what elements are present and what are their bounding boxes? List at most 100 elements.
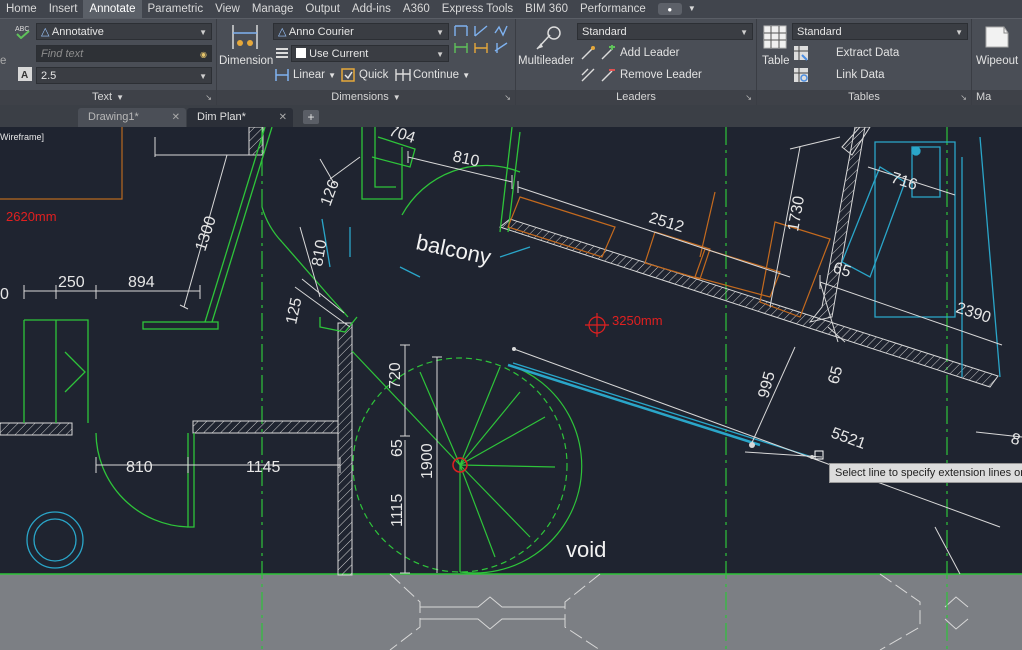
wipeout-icon[interactable] bbox=[984, 25, 1010, 49]
text-panel-label: Text bbox=[91, 91, 113, 103]
tab-annotate[interactable]: Annotate bbox=[83, 0, 142, 18]
dialog-launcher-icon[interactable]: ↘ bbox=[504, 90, 511, 105]
dim-text-65-mid: 65 bbox=[825, 364, 846, 386]
new-tab-button[interactable]: + bbox=[303, 110, 319, 124]
svg-text:A: A bbox=[21, 70, 28, 81]
markup-panel: Wipeout Ma bbox=[972, 19, 1022, 105]
tab-express-tools[interactable]: Express Tools bbox=[436, 0, 519, 18]
leaders-panel-title[interactable]: Leaders ↘ bbox=[516, 90, 756, 105]
tab-insert[interactable]: Insert bbox=[43, 0, 84, 18]
leaders-panel-label: Leaders bbox=[616, 91, 656, 103]
tab-performance[interactable]: Performance bbox=[574, 0, 652, 18]
add-leader-button[interactable]: Add Leader bbox=[620, 47, 679, 59]
chevron-down-icon: ▼ bbox=[436, 50, 444, 59]
dimensions-panel: Dimension △ Anno Courier ▼ Use Current ▼ L… bbox=[217, 19, 516, 105]
wipeout-button[interactable]: Wipeout bbox=[976, 55, 1018, 67]
tab-output[interactable]: Output bbox=[299, 0, 346, 18]
text-panel-title[interactable]: Text ▼ ↘ bbox=[0, 90, 216, 105]
tab-add-ins[interactable]: Add-ins bbox=[346, 0, 397, 18]
find-binoculars-icon[interactable]: ◉ bbox=[200, 46, 207, 63]
close-icon[interactable]: ✕ bbox=[279, 108, 287, 127]
link-data-button[interactable]: Link Data bbox=[836, 69, 885, 81]
dimension-icon[interactable] bbox=[231, 23, 259, 51]
dim-layer-select[interactable]: Use Current ▼ bbox=[291, 45, 449, 62]
side-label-icon: e bbox=[0, 55, 7, 67]
text-panel: ABC △ Annotative ▼ e Find text ◉ A 2.5 ▼ Te… bbox=[0, 19, 217, 105]
text-style-select[interactable]: △ Annotative ▼ bbox=[36, 23, 212, 40]
tab-dim-plan[interactable]: Dim Plan* ✕ bbox=[187, 108, 293, 127]
dim-text-716: 716 bbox=[889, 170, 920, 194]
dimension-button[interactable]: Dimension bbox=[219, 55, 273, 67]
chevron-down-icon: ▼ bbox=[199, 28, 207, 37]
room-label-void: void bbox=[566, 537, 606, 562]
annotative-icon: △ bbox=[278, 26, 287, 38]
continue-dim-icon bbox=[395, 69, 411, 81]
markup-panel-title[interactable]: Ma bbox=[972, 90, 1022, 105]
continue-button[interactable]: Continue ▼ bbox=[413, 69, 470, 81]
add-leader-icon bbox=[601, 45, 615, 60]
table-icon[interactable] bbox=[763, 25, 787, 49]
markup-panel-label: Ma bbox=[976, 91, 992, 103]
tab-bim-360[interactable]: BIM 360 bbox=[519, 0, 574, 18]
tab-manage[interactable]: Manage bbox=[246, 0, 300, 18]
close-icon[interactable]: ✕ bbox=[172, 108, 180, 127]
document-tab-bar: Drawing1* ✕ Dim Plan* ✕ + bbox=[0, 105, 1022, 127]
dim-text-126: 126 bbox=[318, 177, 343, 208]
tab-view[interactable]: View bbox=[209, 0, 246, 18]
chevron-down-icon: ▼ bbox=[955, 28, 963, 37]
dim-tool-icons[interactable] bbox=[453, 23, 513, 65]
chevron-down-icon: ▼ bbox=[328, 71, 337, 80]
tab-drawing1-label: Drawing1* bbox=[88, 111, 139, 123]
table-button[interactable]: Table bbox=[762, 55, 790, 67]
viewport-label[interactable]: Wireframe] bbox=[0, 132, 44, 142]
ribbon: ABC △ Annotative ▼ e Find text ◉ A 2.5 ▼ Te… bbox=[0, 18, 1022, 106]
tab-drawing1[interactable]: Drawing1* ✕ bbox=[78, 108, 186, 127]
chevron-down-icon: ▼ bbox=[462, 71, 471, 80]
link-data-icon bbox=[794, 68, 808, 82]
tab-parametric[interactable]: Parametric bbox=[142, 0, 210, 18]
dialog-launcher-icon[interactable]: ↘ bbox=[745, 90, 752, 105]
dimensions-panel-title[interactable]: Dimensions ▼ ↘ bbox=[217, 90, 515, 105]
multileader-button[interactable]: Multileader bbox=[518, 55, 574, 67]
table-style-value: Standard bbox=[797, 26, 842, 38]
spell-check-icon[interactable]: ABC bbox=[14, 23, 32, 39]
chevron-down-icon: ▼ bbox=[116, 93, 125, 102]
annotative-icon: △ bbox=[41, 26, 50, 38]
chevron-down-icon: ▼ bbox=[436, 28, 444, 37]
tables-panel-label: Tables bbox=[848, 91, 880, 103]
tables-panel-title[interactable]: Tables ↘ bbox=[757, 90, 971, 105]
tab-a360[interactable]: A360 bbox=[397, 0, 436, 18]
dim-text-5521: 5521 bbox=[829, 425, 868, 453]
dialog-launcher-icon[interactable]: ↘ bbox=[960, 90, 967, 105]
tab-home[interactable]: Home bbox=[0, 0, 43, 18]
crosshair-marker bbox=[585, 313, 609, 337]
find-text-placeholder: Find text bbox=[41, 48, 84, 60]
dim-text-1900: 1900 bbox=[419, 443, 436, 479]
linear-button[interactable]: Linear ▼ bbox=[293, 69, 336, 81]
text-height-value: 2.5 bbox=[41, 70, 57, 82]
dim-text-810-bottom: 810 bbox=[126, 459, 153, 476]
drawing-canvas[interactable]: Wireframe] 704 810 126 1730 2512 716 130… bbox=[0, 127, 1022, 650]
continue-label: Continue bbox=[413, 69, 460, 81]
remove-leader-button[interactable]: Remove Leader bbox=[620, 69, 702, 81]
dim-style-select[interactable]: △ Anno Courier ▼ bbox=[273, 23, 449, 40]
ribbon-toggle-icon[interactable]: ● bbox=[657, 3, 682, 15]
quick-dim-icon bbox=[341, 68, 355, 82]
chevron-down-icon: ▼ bbox=[199, 72, 207, 81]
dim-text-995: 995 bbox=[755, 370, 778, 400]
dim-text-1145: 1145 bbox=[246, 459, 281, 476]
dim-layer-icon bbox=[276, 48, 288, 58]
extract-data-button[interactable]: Extract Data bbox=[836, 47, 899, 59]
find-text-input[interactable]: Find text ◉ bbox=[36, 45, 212, 62]
text-height-select[interactable]: 2.5 ▼ bbox=[36, 67, 212, 84]
floor-band bbox=[0, 574, 1022, 650]
red-dim-3250: 3250mm bbox=[612, 313, 663, 328]
leader-style-select[interactable]: Standard ▼ bbox=[577, 23, 753, 40]
dim-text-250: 250 bbox=[58, 274, 85, 291]
quick-button[interactable]: Quick bbox=[359, 69, 388, 81]
multileader-icon[interactable] bbox=[534, 25, 564, 51]
dialog-launcher-icon[interactable]: ↘ bbox=[205, 90, 212, 105]
table-style-select[interactable]: Standard ▼ bbox=[792, 23, 968, 40]
dim-text-2390: 2390 bbox=[954, 300, 993, 327]
ribbon-minimize-icon[interactable]: ▼ bbox=[682, 0, 702, 18]
